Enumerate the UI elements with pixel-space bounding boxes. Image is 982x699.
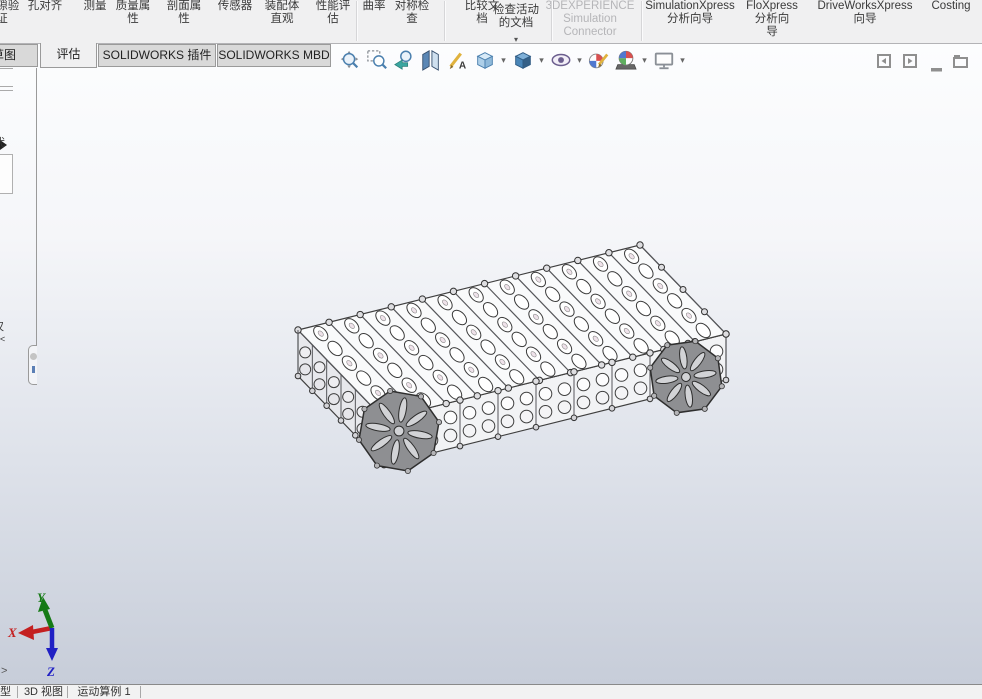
tree-item-box [0, 154, 13, 194]
triad-y-label: Y [37, 590, 46, 605]
ribbon-button-simulationxpress-wizard[interactable]: SimulationXpress 分析向导 [645, 0, 734, 26]
tab-solidworks-mbd[interactable]: SOLIDWORKS MBD [217, 44, 331, 67]
panel-divider [0, 86, 13, 87]
annotation-view-icon[interactable]: A [445, 47, 470, 73]
chevron-down-icon[interactable]: ▾ [575, 55, 584, 66]
chevron-down-icon[interactable]: ▾ [493, 36, 539, 44]
ribbon-button-clearance-verification[interactable]: 间隙验 证 [0, 0, 19, 26]
chevron-down-icon[interactable]: ▾ [678, 55, 687, 66]
edit-appearance-icon[interactable] [586, 47, 611, 73]
bottom-tab-strip: 模型 3D 视图 运动算例 1 [0, 684, 982, 699]
tab-separator [140, 686, 141, 698]
evaluate-ribbon: 间隙验 证 孔对齐 测量 质量属 性 剖面属 性 传感器 装配体 直观 性能评 … [0, 0, 982, 44]
tab-separator [17, 686, 18, 698]
ribbon-separator [641, 1, 643, 41]
view-settings-icon[interactable] [651, 47, 676, 73]
tree-item-fragment: 仅 [0, 318, 4, 334]
ribbon-button-mass-properties[interactable]: 质量属 性 [116, 0, 151, 26]
feature-tree-sliver: 代 仅 < [0, 44, 46, 389]
ribbon-separator [444, 1, 446, 41]
panel-tick [31, 366, 35, 373]
restore-icon[interactable] [952, 53, 970, 74]
ribbon-button-section-properties[interactable]: 剖面属 性 [167, 0, 202, 26]
chevron-down-icon[interactable]: ▾ [537, 55, 546, 66]
zoom-to-fit-icon[interactable] [337, 47, 362, 73]
ribbon-button-curvature[interactable]: 曲率 [363, 0, 386, 13]
chevron-down-icon[interactable]: ▾ [499, 55, 508, 66]
bottom-tab-3d-views[interactable]: 3D 视图 [21, 686, 66, 698]
ribbon-button-assembly-visualization[interactable]: 装配体 直观 [265, 0, 300, 26]
ribbon-button-sensor[interactable]: 传感器 [218, 0, 253, 13]
coordinate-triad: X Y Z [7, 590, 58, 679]
bottom-tab-motion-study-1[interactable]: 运动算例 1 [71, 686, 137, 698]
section-view-icon[interactable] [418, 47, 443, 73]
motion-manager-expand-icon[interactable]: > [1, 666, 7, 677]
panel-collapse-button[interactable] [29, 353, 37, 360]
zoom-to-area-icon[interactable] [364, 47, 389, 73]
ribbon-button-symmetry-check[interactable]: 对称检 查 [395, 0, 430, 26]
ribbon-button-3dexperience-simulation-connector[interactable]: 3DEXPERIENCE Simulation Connector [546, 0, 635, 39]
ribbon-separator [551, 1, 553, 41]
panel-border [36, 68, 37, 345]
bottom-tab-model[interactable]: 模型 [0, 686, 11, 698]
hide-show-items-icon[interactable] [548, 47, 573, 73]
panel-divider [0, 68, 13, 69]
minimize-icon[interactable] [930, 60, 944, 78]
tree-item-fragment: 代 [0, 134, 5, 150]
apply-scene-icon[interactable] [613, 47, 638, 73]
check-active-document-label: 检查活动 的文档 [493, 4, 539, 29]
triad-z-label: Z [46, 664, 55, 679]
collapse-right-pane-icon[interactable] [902, 53, 918, 74]
tab-separator [67, 686, 68, 698]
ribbon-button-costing[interactable]: Costing [932, 0, 971, 13]
svg-text:A: A [458, 60, 466, 71]
ribbon-button-measure[interactable]: 测量 [84, 0, 107, 13]
chevron-down-icon[interactable]: ▾ [640, 55, 649, 66]
tab-evaluate[interactable]: 评估 [40, 43, 97, 68]
previous-view-icon[interactable] [391, 47, 416, 73]
headsup-toolbar: A ▾ ▾ ▾ ▾ ▾ [337, 47, 687, 73]
panel-collapse-tab[interactable] [28, 345, 37, 385]
ribbon-button-hole-alignment[interactable]: 孔对齐 [28, 0, 63, 13]
graphics-viewport[interactable] [0, 44, 982, 684]
ribbon-button-performance-evaluation[interactable]: 性能评 估 [316, 0, 351, 26]
collapse-left-pane-icon[interactable] [876, 53, 892, 74]
display-style-icon[interactable] [510, 47, 535, 73]
ribbon-button-floxpress-wizard[interactable]: FloXpress 分析向 导 [746, 0, 798, 39]
tree-item-fragment: < [0, 334, 6, 344]
view-orientation-icon[interactable] [472, 47, 497, 73]
ribbon-separator [356, 1, 358, 41]
panel-divider [0, 90, 13, 91]
triad-x-label: X [7, 625, 17, 640]
tab-solidworks-addins[interactable]: SOLIDWORKS 插件 [98, 44, 216, 67]
ribbon-button-driveworksxpress-wizard[interactable]: DriveWorksXpress 向导 [818, 0, 913, 26]
